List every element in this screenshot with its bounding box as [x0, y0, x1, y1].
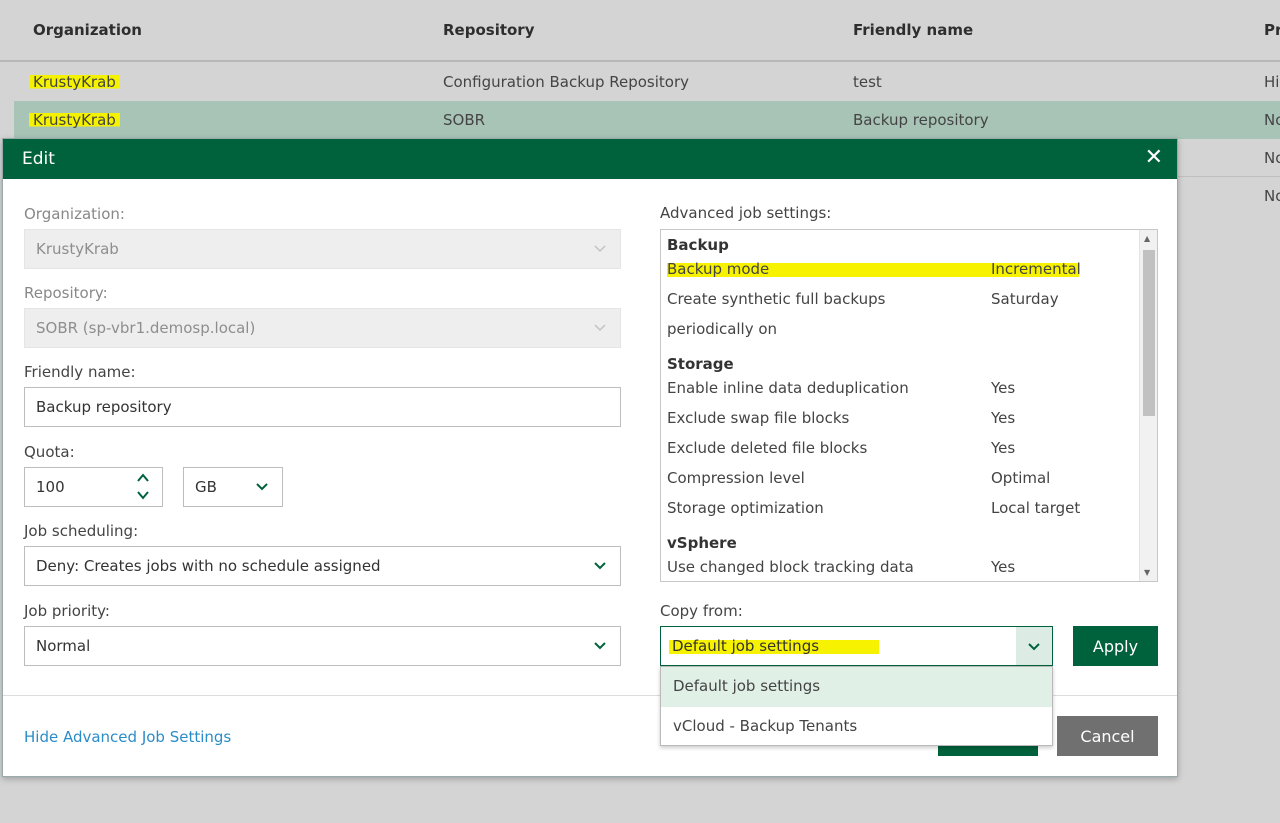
job-scheduling-value: Deny: Creates jobs with no schedule assi… — [36, 557, 381, 575]
setting-name: periodically on — [667, 320, 778, 338]
chevron-down-icon — [592, 240, 608, 256]
repository-label: Repository: — [24, 284, 108, 302]
table-row-partial[interactable]: No — [1178, 177, 1280, 215]
chevron-down-icon — [592, 319, 608, 335]
setting-name: Compression level — [667, 469, 805, 487]
job-scheduling-label: Job scheduling: — [24, 522, 139, 540]
table-row-selected[interactable]: KrustyKrab SOBR Backup repository No — [14, 101, 1280, 139]
dropdown-option[interactable]: vCloud - Backup Tenants — [661, 707, 1052, 747]
table-header: Organization Repository Friendly name Pr — [0, 0, 1280, 62]
quota-unit-select[interactable]: GB — [183, 467, 283, 507]
chevron-down-icon[interactable] — [136, 488, 150, 502]
copy-from-value: Default job settings — [672, 637, 820, 655]
repository-value: SOBR (sp-vbr1.demosp.local) — [36, 319, 256, 337]
job-priority-value: Normal — [36, 637, 91, 655]
edit-dialog: Edit ✕ Organization: KrustyKrab Reposito… — [2, 138, 1178, 777]
chevron-down-icon — [254, 478, 270, 494]
section-title-backup: Backup — [667, 236, 729, 254]
section-title-storage: Storage — [667, 355, 734, 373]
setting-value: Saturday — [991, 290, 1059, 308]
setting-name: Use changed block tracking data — [667, 558, 914, 576]
setting-value: Yes — [991, 409, 1016, 427]
copy-from-dropdown: Default job settings vCloud - Backup Ten… — [660, 666, 1053, 746]
dialog-title-bar: Edit ✕ — [3, 139, 1177, 179]
table-row[interactable]: KrustyKrab Configuration Backup Reposito… — [14, 63, 1280, 101]
cell-repository: Configuration Backup Repository — [443, 73, 690, 91]
cell-organization: KrustyKrab — [29, 73, 120, 91]
chevron-down-icon — [592, 557, 608, 573]
setting-value: Optimal — [991, 469, 1051, 487]
copy-from-label: Copy from: — [660, 602, 743, 620]
setting-name: Storage optimization — [667, 499, 824, 517]
setting-name: Backup mode — [667, 260, 770, 278]
chevron-up-icon[interactable] — [136, 471, 150, 485]
setting-value: Yes — [991, 379, 1016, 397]
dropdown-toggle[interactable] — [1016, 627, 1052, 665]
copy-from-select[interactable]: Default job settings — [660, 626, 1053, 666]
chevron-down-icon — [1026, 638, 1042, 654]
setting-value: Local target — [991, 499, 1081, 517]
quota-stepper[interactable]: 100 — [24, 467, 163, 507]
scrollbar[interactable]: ▲ ▼ — [1139, 230, 1157, 581]
column-header-repository[interactable]: Repository — [443, 21, 535, 39]
cell-extra: No — [1264, 187, 1280, 205]
section-title-vsphere: vSphere — [667, 534, 737, 552]
job-priority-label: Job priority: — [24, 602, 110, 620]
table-row-partial[interactable]: No — [1178, 139, 1280, 177]
organization-label: Organization: — [24, 205, 125, 223]
dialog-title: Edit — [22, 149, 55, 169]
cell-organization: KrustyKrab — [29, 111, 120, 129]
setting-name: Exclude deleted file blocks — [667, 439, 868, 457]
organization-value: KrustyKrab — [36, 240, 119, 258]
column-header-extra[interactable]: Pr — [1264, 21, 1280, 39]
scroll-down-icon[interactable]: ▼ — [1144, 568, 1150, 577]
column-header-organization[interactable]: Organization — [33, 21, 142, 39]
apply-button[interactable]: Apply — [1073, 626, 1158, 666]
scrollbar-thumb[interactable] — [1143, 250, 1155, 416]
advanced-settings-list[interactable]: Backup Backup mode Incremental Create sy… — [660, 229, 1158, 582]
cell-repository: SOBR — [443, 111, 486, 129]
cancel-button[interactable]: Cancel — [1057, 716, 1158, 756]
cell-extra: Hi — [1264, 73, 1280, 91]
friendly-name-input[interactable]: Backup repository — [24, 387, 621, 427]
chevron-down-icon — [592, 637, 608, 653]
setting-value: Yes — [991, 439, 1016, 457]
friendly-name-label: Friendly name: — [24, 363, 136, 381]
cell-friendly-name: test — [853, 73, 882, 91]
setting-name: Enable inline data deduplication — [667, 379, 909, 397]
setting-name: Create synthetic full backups — [667, 290, 886, 308]
organization-select: KrustyKrab — [24, 229, 621, 269]
column-header-friendly-name[interactable]: Friendly name — [853, 21, 973, 39]
dropdown-option-label: vCloud - Backup Tenants — [673, 717, 858, 735]
setting-name: Exclude swap file blocks — [667, 409, 850, 427]
setting-value: Incremental — [991, 260, 1081, 278]
quota-label: Quota: — [24, 443, 75, 461]
advanced-settings-label: Advanced job settings: — [660, 204, 832, 222]
job-priority-select[interactable]: Normal — [24, 626, 621, 666]
hide-advanced-settings-link[interactable]: Hide Advanced Job Settings — [24, 728, 231, 746]
cell-extra: No — [1264, 149, 1280, 167]
dropdown-option-label: Default job settings — [673, 677, 821, 695]
setting-value: Yes — [991, 558, 1016, 576]
quota-unit-value: GB — [195, 478, 217, 496]
friendly-name-value: Backup repository — [36, 398, 172, 416]
job-scheduling-select[interactable]: Deny: Creates jobs with no schedule assi… — [24, 546, 621, 586]
quota-value: 100 — [36, 478, 65, 496]
scroll-up-icon[interactable]: ▲ — [1144, 234, 1150, 243]
dropdown-option[interactable]: Default job settings — [661, 667, 1052, 707]
repository-select: SOBR (sp-vbr1.demosp.local) — [24, 308, 621, 348]
cell-friendly-name: Backup repository — [853, 111, 989, 129]
cell-extra: No — [1264, 111, 1280, 129]
close-icon[interactable]: ✕ — [1145, 145, 1163, 170]
